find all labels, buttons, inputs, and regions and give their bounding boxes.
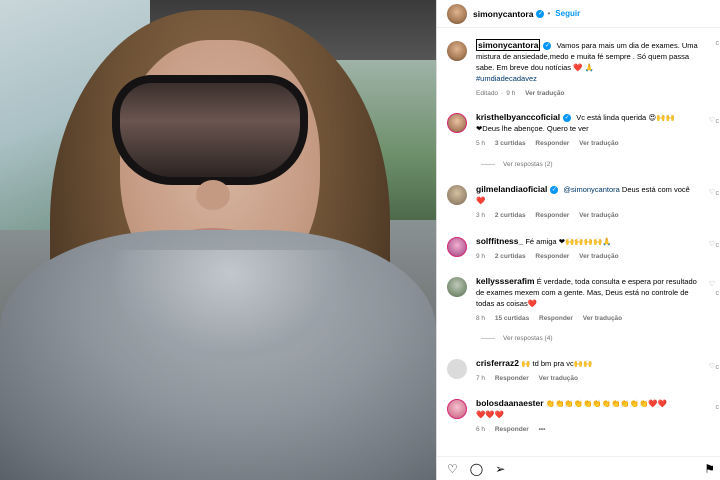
verified-icon: ✓ bbox=[550, 186, 559, 195]
comment-icon[interactable]: ◯ bbox=[470, 462, 483, 476]
comment-like-icon[interactable]: ♡ bbox=[709, 188, 715, 196]
comment-heart: ❤️ bbox=[527, 299, 538, 308]
comment-text-line2: ❤️❤️❤️ bbox=[476, 410, 505, 419]
translate-link[interactable]: Ver tradução bbox=[579, 140, 618, 147]
comment-likes[interactable]: 15 curtidas bbox=[495, 315, 529, 322]
comment-time: 9 h bbox=[476, 253, 486, 260]
verified-icon: ✓ bbox=[543, 42, 552, 51]
reply-button[interactable]: Responder bbox=[539, 315, 573, 322]
view-replies-label[interactable]: Ver respostas (2) bbox=[503, 161, 553, 168]
reply-button[interactable]: Responder bbox=[495, 426, 529, 433]
comment-like-icon[interactable]: ♡ bbox=[709, 240, 715, 248]
comment-text-line2: ❤Deus lhe abençoe. Quero te ver bbox=[476, 124, 589, 133]
comment-item: kellyssserafim É verdade, toda consulta … bbox=[437, 276, 720, 324]
header-dot: • bbox=[547, 9, 551, 18]
comment-like-icon[interactable]: ♡ bbox=[709, 280, 715, 288]
comment-likes[interactable]: 2 curtidas bbox=[495, 253, 526, 260]
comment-text: Deus está com você bbox=[621, 185, 690, 194]
post-header: simonycantora ✓ • Seguir bbox=[437, 0, 720, 28]
comment-username[interactable]: solffitness_ bbox=[476, 236, 523, 246]
comment-avatar[interactable] bbox=[447, 237, 467, 257]
share-icon[interactable]: ➢ bbox=[495, 462, 505, 476]
comment-item: bolosdaanaester 👏👏👏👏👏👏👏👏👏👏👏❤️❤️ ❤️❤️❤️ 6… bbox=[437, 398, 720, 435]
caption-translate-link[interactable]: Ver tradução bbox=[525, 90, 564, 97]
caption: simonycantora ✓ Vamos para mais um dia de… bbox=[437, 39, 720, 99]
comment-like-icon[interactable]: ♡ bbox=[709, 362, 715, 370]
sunglasses bbox=[112, 75, 308, 185]
post-photo[interactable] bbox=[0, 0, 436, 480]
author-username[interactable]: simonycantora bbox=[473, 9, 533, 19]
more-options-icon[interactable]: ••• bbox=[539, 426, 546, 433]
scroll-indicator: c bbox=[715, 242, 720, 249]
comment-heart: ❤️ bbox=[476, 196, 486, 205]
view-replies-label[interactable]: Ver respostas (4) bbox=[503, 335, 553, 342]
comment-text: Vc está linda querida 😍🙌🙌 bbox=[576, 113, 675, 122]
reply-button[interactable]: Responder bbox=[535, 212, 569, 219]
comment-avatar[interactable] bbox=[447, 113, 467, 133]
reply-button[interactable]: Responder bbox=[535, 140, 569, 147]
comment-username[interactable]: gilmelandiaoficial bbox=[476, 184, 547, 194]
comment-text: Fé amiga ❤🙌🙌🙌🙌🙏 bbox=[525, 237, 612, 246]
comment-avatar[interactable] bbox=[447, 359, 467, 379]
caption-emojis: ❤️ 🙏 bbox=[573, 63, 594, 72]
comment-time: 7 h bbox=[476, 375, 486, 382]
comment-avatar[interactable] bbox=[447, 399, 467, 419]
comment-username[interactable]: crisferraz2 bbox=[476, 358, 519, 368]
comment-text: 🙌 td bm pra vc🙌🙌 bbox=[521, 359, 593, 368]
scroll-indicator: c bbox=[715, 404, 720, 411]
post-actions-bar: ♡ ◯ ➢ ⚑ bbox=[437, 456, 720, 480]
translate-link[interactable]: Ver tradução bbox=[579, 212, 618, 219]
scroll-indicator: c bbox=[715, 364, 720, 371]
comment-username[interactable]: bolosdaanaester bbox=[476, 398, 544, 408]
comment-item: gilmelandiaoficial ✓ @simonycantora Deus … bbox=[437, 184, 720, 221]
comment-avatar[interactable] bbox=[447, 277, 467, 297]
reply-button[interactable]: Responder bbox=[495, 375, 529, 382]
caption-dot: · bbox=[501, 90, 504, 97]
comment-username[interactable]: kellyssserafim bbox=[476, 276, 535, 286]
comment-time: 3 h bbox=[476, 212, 486, 219]
follow-button[interactable]: Seguir bbox=[555, 9, 580, 18]
caption-hashtag[interactable]: #umdiadecadavez bbox=[476, 74, 537, 83]
comment-item: crisferraz2 🙌 td bm pra vc🙌🙌 7 h Respond… bbox=[437, 358, 720, 384]
caption-username[interactable]: simonycantora bbox=[476, 39, 541, 51]
scroll-indicator: c bbox=[715, 290, 720, 297]
bookmark-icon[interactable]: ⚑ bbox=[704, 462, 715, 476]
jacket-collar bbox=[110, 250, 350, 370]
scroll-indicator: c bbox=[715, 40, 720, 47]
translate-link[interactable]: Ver tradução bbox=[539, 375, 578, 382]
comment-like-icon[interactable]: ♡ bbox=[709, 116, 715, 124]
heart-icon[interactable]: ♡ bbox=[447, 462, 458, 476]
comment-likes[interactable]: 3 curtidas bbox=[495, 140, 526, 147]
reply-button[interactable]: Responder bbox=[535, 253, 569, 260]
comment-time: 8 h bbox=[476, 315, 486, 322]
caption-time: 9 h bbox=[506, 90, 516, 97]
translate-link[interactable]: Ver tradução bbox=[579, 253, 618, 260]
caption-edited: Editado bbox=[476, 90, 499, 97]
comment-time: 5 h bbox=[476, 140, 486, 147]
scroll-indicator: c bbox=[715, 118, 720, 125]
comment-item: solffitness_ Fé amiga ❤🙌🙌🙌🙌🙏 9 h 2 curti… bbox=[437, 236, 720, 262]
verified-icon: ✓ bbox=[536, 9, 545, 18]
comment-item: kristhelbyanccoficial ✓ Vc está linda que… bbox=[437, 112, 720, 149]
comment-mention[interactable]: @simonycantora bbox=[563, 185, 619, 194]
comment-text: 👏👏👏👏👏👏👏👏👏👏👏❤️❤️ bbox=[545, 399, 668, 408]
view-replies[interactable]: Ver respostas (4) bbox=[481, 335, 553, 342]
post-side-panel: simonycantora ✓ • Seguir simonycantora ✓ … bbox=[436, 0, 720, 480]
comment-likes[interactable]: 2 curtidas bbox=[495, 212, 526, 219]
comment-time: 6 h bbox=[476, 426, 486, 433]
comment-avatar[interactable] bbox=[447, 185, 467, 205]
translate-link[interactable]: Ver tradução bbox=[583, 315, 622, 322]
nose bbox=[196, 180, 230, 210]
verified-icon: ✓ bbox=[563, 114, 572, 123]
comment-username[interactable]: kristhelbyanccoficial bbox=[476, 112, 560, 122]
caption-avatar[interactable] bbox=[447, 41, 467, 61]
comments-list[interactable]: simonycantora ✓ Vamos para mais um dia de… bbox=[437, 30, 720, 454]
view-replies[interactable]: Ver respostas (2) bbox=[481, 161, 553, 168]
replies-line bbox=[481, 338, 495, 339]
replies-line bbox=[481, 164, 495, 165]
author-avatar[interactable] bbox=[447, 3, 467, 24]
scroll-indicator: c bbox=[715, 190, 720, 197]
